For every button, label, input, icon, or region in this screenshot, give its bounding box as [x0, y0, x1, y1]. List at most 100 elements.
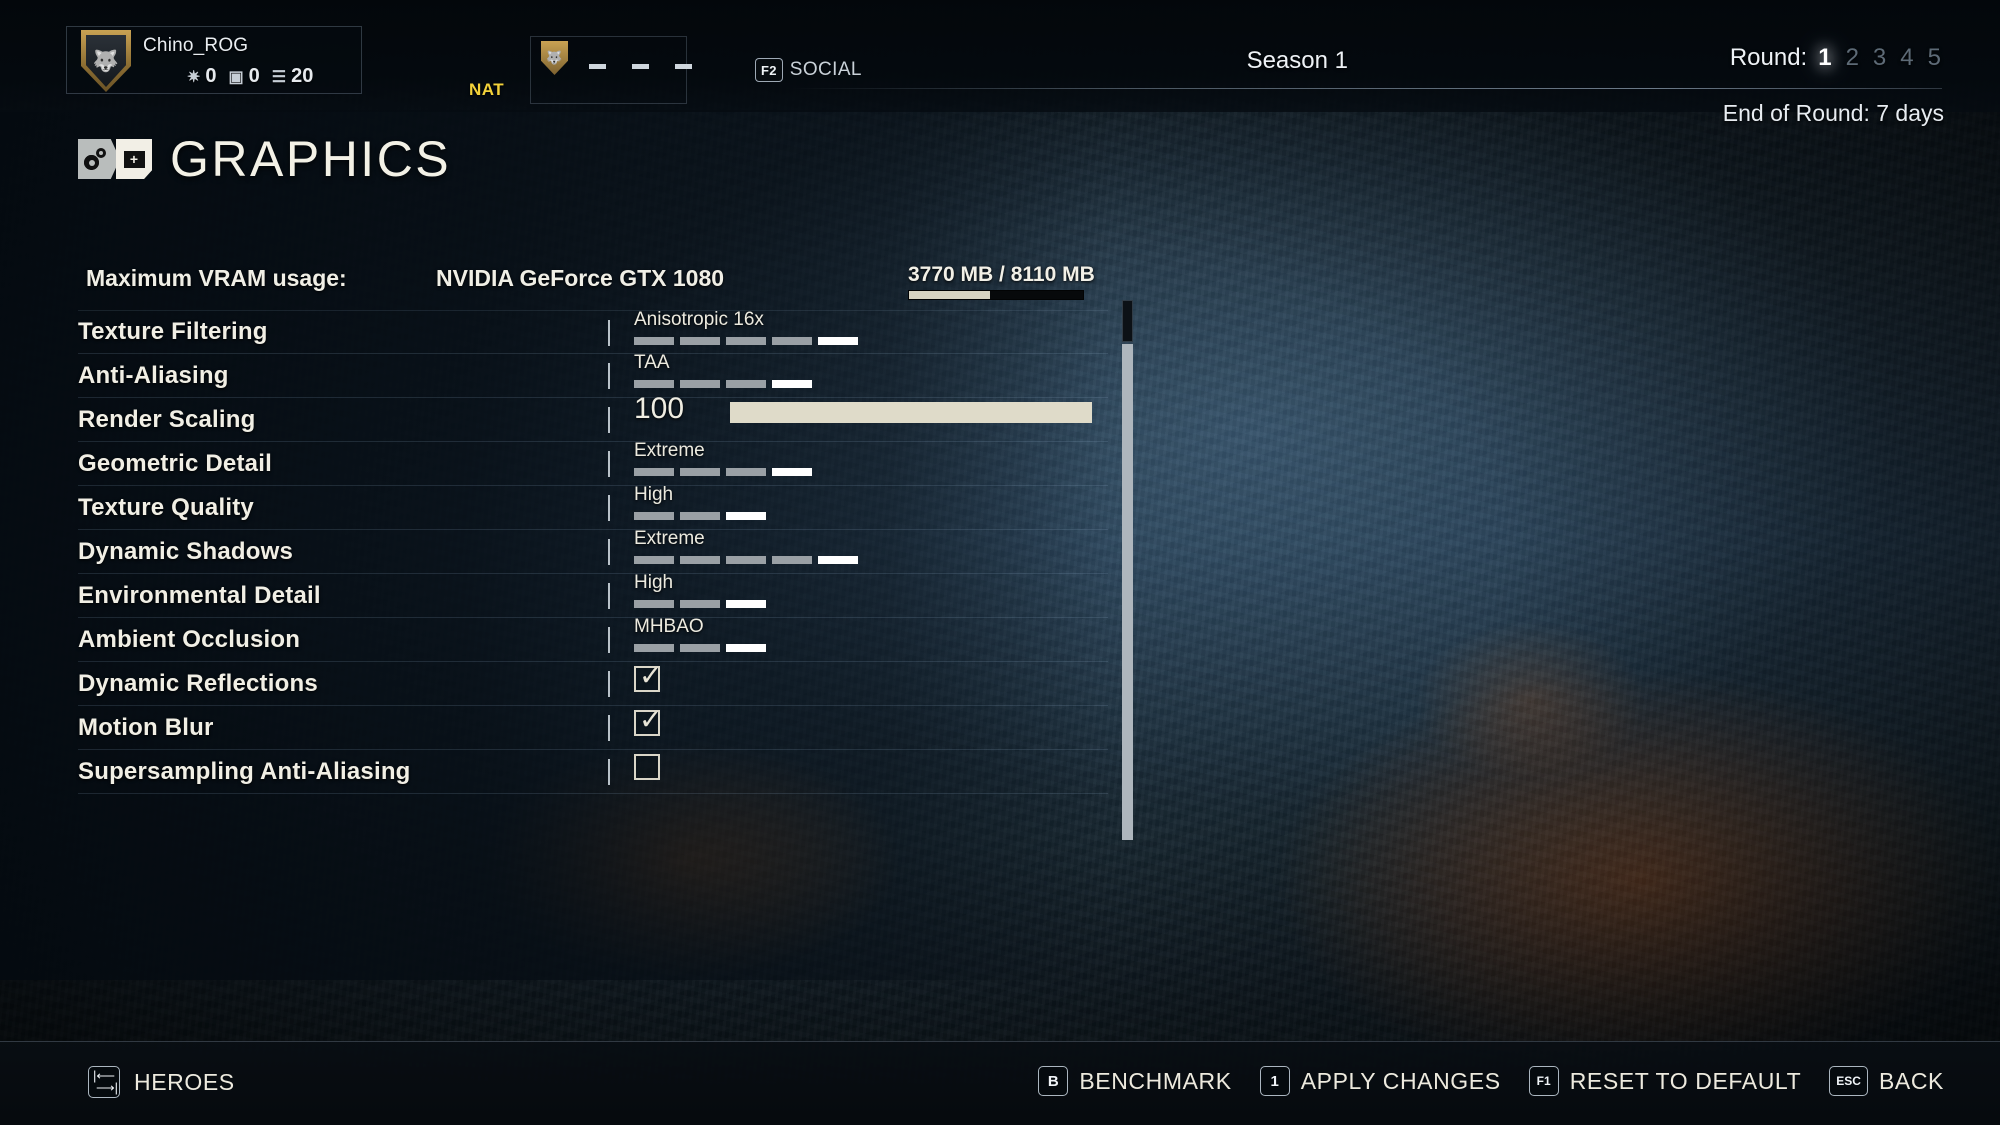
footer-action-reset-to-default[interactable]: F1 RESET TO DEFAULT — [1528, 1066, 1802, 1096]
segment-3[interactable] — [726, 600, 766, 608]
setting-row-texture-quality[interactable]: Texture Quality High — [78, 484, 1108, 530]
setting-control-dynamic-reflections[interactable]: ✓ — [634, 662, 1104, 706]
setting-row-dynamic-reflections[interactable]: Dynamic Reflections ✓ — [78, 662, 1108, 706]
setting-row-texture-filtering[interactable]: Texture Filtering Anisotropic 16x — [78, 309, 1108, 355]
player-card[interactable]: 🐺 Chino_ROG ✷ 0 ▣ 0 ☰ 20 — [66, 26, 362, 94]
round-number-2: 2 — [1845, 44, 1859, 71]
round-number-5: 5 — [1927, 44, 1941, 71]
segment-3[interactable] — [726, 512, 766, 520]
heroes-label: HEROES — [134, 1068, 235, 1095]
vram-meter: 3770 MB / 8110 MB — [908, 263, 1095, 300]
social-button[interactable]: F2 SOCIAL — [755, 58, 862, 82]
setting-control-geometric-detail[interactable]: Extreme — [634, 440, 1104, 486]
footer-action-apply-changes[interactable]: 1 APPLY CHANGES — [1259, 1066, 1501, 1096]
setting-row-render-scaling[interactable]: Render Scaling 100 — [78, 392, 1108, 442]
footer-label-apply-changes: APPLY CHANGES — [1300, 1067, 1501, 1094]
scrollbar-track-lower[interactable] — [1122, 344, 1133, 840]
footer-action-benchmark[interactable]: B BENCHMARK — [1038, 1066, 1231, 1096]
setting-segments-texture-filtering[interactable] — [634, 337, 858, 345]
setting-row-environmental-detail[interactable]: Environmental Detail High — [78, 572, 1108, 618]
segment-3[interactable] — [726, 468, 766, 476]
segment-3[interactable] — [726, 644, 766, 652]
setting-segments-environmental-detail[interactable] — [634, 600, 766, 608]
heroes-button[interactable]: |⟵ ⟶| HEROES — [88, 1066, 235, 1098]
segment-2[interactable] — [680, 600, 720, 608]
setting-checkbox-motion-blur[interactable]: ✓ — [634, 706, 662, 736]
setting-checkbox-dynamic-reflections[interactable]: ✓ — [634, 662, 662, 692]
scrollbar-thumb[interactable] — [1122, 300, 1133, 342]
setting-row-motion-blur[interactable]: Motion Blur ✓ — [78, 706, 1108, 750]
setting-divider — [608, 715, 610, 741]
setting-control-texture-quality[interactable]: High — [634, 484, 1104, 530]
segment-3[interactable] — [726, 337, 766, 345]
setting-segments-texture-quality[interactable] — [634, 512, 766, 520]
segment-1[interactable] — [634, 337, 674, 345]
setting-control-texture-filtering[interactable]: Anisotropic 16x — [634, 309, 1104, 355]
setting-row-dynamic-shadows[interactable]: Dynamic Shadows Extreme — [78, 528, 1108, 574]
setting-label-ambient-occlusion: Ambient Occlusion — [78, 625, 301, 653]
vram-label: Maximum VRAM usage: — [86, 265, 347, 291]
segment-1[interactable] — [634, 600, 674, 608]
setting-segments-ambient-occlusion[interactable] — [634, 644, 766, 652]
checkmark-icon: ✓ — [639, 660, 663, 691]
segment-2[interactable] — [680, 512, 720, 520]
segment-5[interactable] — [818, 556, 858, 564]
segment-2[interactable] — [680, 468, 720, 476]
vram-bar-track — [908, 290, 1084, 300]
setting-row-ambient-occlusion[interactable]: Ambient Occlusion MHBAO — [78, 616, 1108, 662]
setting-segments-anti-aliasing[interactable] — [634, 380, 812, 388]
setting-control-ambient-occlusion[interactable]: MHBAO — [634, 616, 1104, 662]
setting-checkbox-supersampling-anti-aliasing[interactable] — [634, 754, 660, 780]
setting-label-motion-blur: Motion Blur — [78, 713, 214, 741]
round-label: Round: — [1729, 44, 1808, 71]
setting-value-ambient-occlusion: MHBAO — [634, 616, 704, 637]
segment-5[interactable] — [818, 337, 858, 345]
setting-divider — [608, 671, 610, 697]
setting-control-dynamic-shadows[interactable]: Extreme — [634, 528, 1104, 574]
settings-scrollbar[interactable] — [1122, 300, 1133, 840]
setting-value-environmental-detail: High — [634, 572, 674, 593]
setting-label-texture-filtering: Texture Filtering — [78, 318, 268, 345]
segment-1[interactable] — [634, 468, 674, 476]
setting-control-anti-aliasing[interactable]: TAA — [634, 352, 1104, 398]
setting-control-environmental-detail[interactable]: High — [634, 572, 1104, 618]
top-header: 🐺 Chino_ROG ✷ 0 ▣ 0 ☰ 20 NAT 🐺 F2 SOCIAL… — [0, 0, 2000, 126]
round-number-4: 4 — [1900, 44, 1914, 71]
settings-list: Texture Filtering Anisotropic 16x Anti-Ali… — [78, 309, 1108, 794]
segment-1[interactable] — [634, 380, 674, 388]
segment-4[interactable] — [772, 556, 812, 564]
squad-card[interactable]: 🐺 — [530, 36, 692, 104]
segment-2[interactable] — [680, 556, 720, 564]
footer-action-back[interactable]: ESC BACK — [1829, 1066, 1944, 1096]
setting-control-supersampling-anti-aliasing[interactable] — [634, 750, 1104, 794]
segment-3[interactable] — [726, 556, 766, 564]
setting-row-anti-aliasing[interactable]: Anti-Aliasing TAA — [78, 352, 1108, 398]
segment-1[interactable] — [634, 644, 674, 652]
page-title: GRAPHICS — [170, 131, 452, 187]
setting-divider — [608, 320, 610, 346]
setting-control-render-scaling[interactable]: 100 — [634, 392, 1104, 442]
setting-divider — [608, 407, 610, 433]
setting-segments-dynamic-shadows[interactable] — [634, 556, 858, 564]
player-stats: ✷ 0 ▣ 0 ☰ 20 — [187, 65, 313, 88]
segment-2[interactable] — [680, 644, 720, 652]
setting-slider-render-scaling[interactable] — [730, 402, 1092, 423]
renown-icon: ✷ — [187, 68, 201, 86]
player-crest-icon: 🐺 — [81, 30, 131, 92]
segment-4[interactable] — [772, 468, 812, 476]
segment-2[interactable] — [680, 337, 720, 345]
setting-divider — [608, 583, 610, 609]
setting-row-supersampling-anti-aliasing[interactable]: Supersampling Anti-Aliasing — [78, 750, 1108, 794]
graphics-settings-icon: + — [78, 139, 152, 179]
setting-control-motion-blur[interactable]: ✓ — [634, 706, 1104, 750]
segment-4[interactable] — [772, 337, 812, 345]
segment-4[interactable] — [772, 380, 812, 388]
round-number-3: 3 — [1872, 44, 1887, 71]
segment-3[interactable] — [726, 380, 766, 388]
setting-segments-geometric-detail[interactable] — [634, 468, 812, 476]
segment-2[interactable] — [680, 380, 720, 388]
segment-1[interactable] — [634, 512, 674, 520]
segment-1[interactable] — [634, 556, 674, 564]
setting-row-geometric-detail[interactable]: Geometric Detail Extreme — [78, 440, 1108, 486]
setting-label-dynamic-shadows: Dynamic Shadows — [78, 537, 294, 565]
